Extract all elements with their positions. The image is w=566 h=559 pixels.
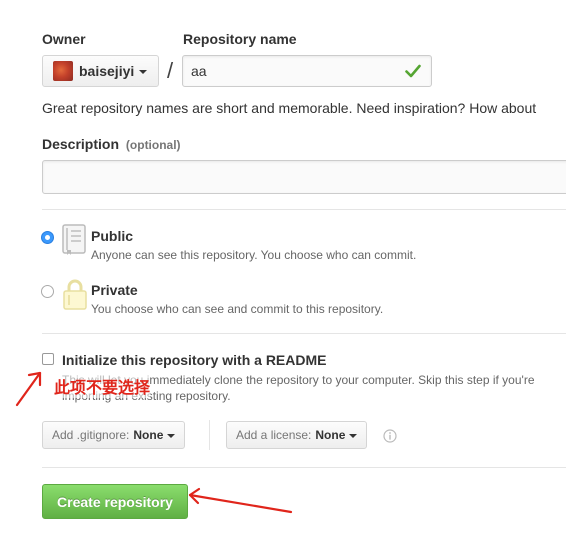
- readme-checkbox[interactable]: [42, 353, 54, 365]
- description-input[interactable]: [42, 160, 566, 194]
- public-radio[interactable]: [41, 231, 54, 244]
- private-radio[interactable]: [41, 285, 54, 298]
- description-label-text: Description: [42, 136, 120, 152]
- valid-check-icon: [405, 64, 421, 78]
- repository-name-label: Repository name: [183, 31, 297, 47]
- repository-name-input[interactable]: [182, 55, 432, 87]
- annotation-text: 此项不要选择: [54, 374, 151, 398]
- create-repository-button[interactable]: Create repository: [42, 484, 188, 519]
- owner-repo-separator: /: [167, 58, 174, 83]
- divider: [42, 467, 566, 468]
- description-optional-note: (optional): [125, 138, 181, 152]
- lock-icon: [63, 279, 87, 310]
- repo-book-icon: [62, 224, 86, 255]
- chevron-down-icon: [139, 70, 148, 74]
- license-dropdown[interactable]: Add a license: None: [226, 421, 368, 449]
- owner-dropdown[interactable]: baisejiyi: [42, 55, 159, 87]
- private-description: You choose who can see and commit to thi…: [91, 302, 384, 316]
- divider: [42, 333, 566, 334]
- gitignore-dropdown[interactable]: Add .gitignore: None: [42, 421, 186, 449]
- owner-label: Owner: [42, 31, 86, 47]
- chevron-down-icon: [349, 434, 358, 438]
- info-icon[interactable]: [383, 429, 397, 443]
- description-label: Description (optional): [42, 136, 181, 152]
- public-description: Anyone can see this repository. You choo…: [91, 248, 417, 262]
- divider: [42, 209, 566, 210]
- chevron-down-icon: [167, 434, 176, 438]
- owner-avatar: [53, 61, 73, 81]
- repository-name-hint: Great repository names are short and mem…: [42, 100, 537, 116]
- vertical-divider: [209, 420, 210, 450]
- annotation-arrow-readme: [15, 371, 42, 407]
- private-title: Private: [91, 282, 138, 298]
- readme-title: Initialize this repository with a README: [62, 352, 327, 368]
- owner-name: baisejiyi: [79, 63, 135, 79]
- gitignore-value: None: [133, 428, 164, 442]
- annotation-arrow-create: [188, 487, 293, 514]
- create-repository-form: Owner Repository name baisejiyi / Great …: [0, 0, 566, 559]
- public-title: Public: [91, 228, 134, 244]
- license-label: Add a license:: [236, 428, 312, 442]
- gitignore-label: Add .gitignore:: [52, 428, 130, 442]
- license-value: None: [315, 428, 346, 442]
